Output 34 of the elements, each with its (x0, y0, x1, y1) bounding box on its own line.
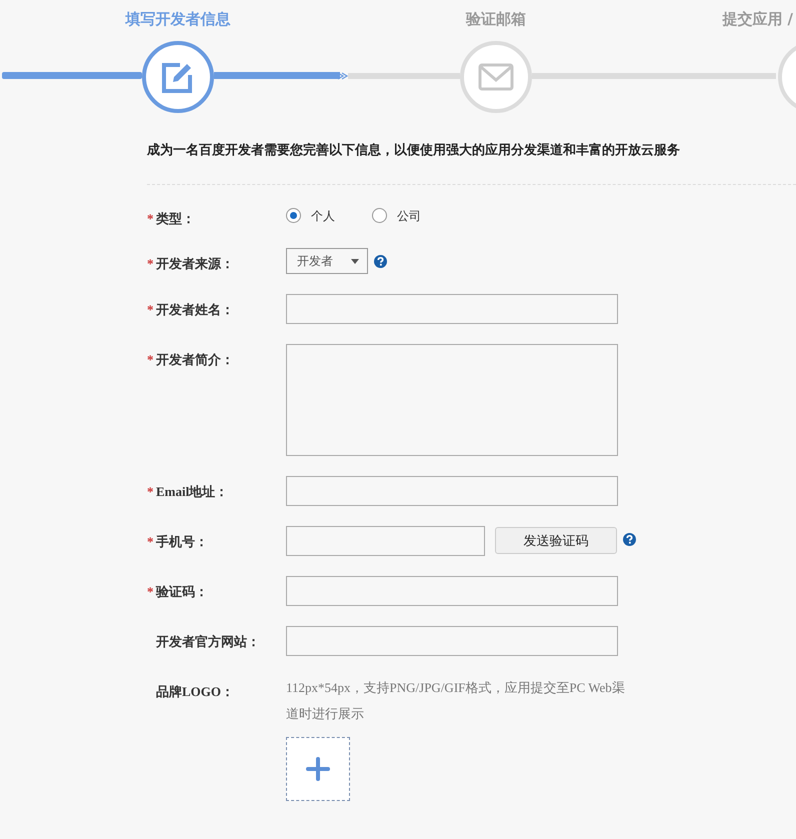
field-label: 验证码： (156, 583, 208, 601)
radio-option[interactable]: 个人 (286, 206, 335, 224)
help-icon[interactable] (623, 533, 636, 546)
send-code-button[interactable]: 发送验证码 (495, 527, 617, 554)
field-label: 开发者来源： (156, 255, 234, 273)
upload-button[interactable] (286, 737, 350, 801)
radio-option[interactable]: 公司 (372, 206, 421, 224)
textarea-field[interactable] (286, 344, 618, 456)
field-label: 开发者姓名： (156, 301, 234, 319)
field-label: Email地址： (156, 483, 228, 501)
required-asterisk: * (147, 483, 154, 501)
required-asterisk: * (147, 210, 154, 228)
input-field[interactable] (286, 294, 618, 324)
field-label: 品牌LOGO： (156, 683, 234, 701)
required-asterisk: * (147, 583, 154, 601)
required-asterisk: * (147, 255, 154, 273)
input-field[interactable] (286, 476, 618, 506)
envelope-icon (478, 63, 514, 91)
intro-text: 成为一名百度开发者需要您完善以下信息，以便使用强大的应用分发渠道和丰富的开放云服务 (147, 141, 681, 159)
help-icon[interactable] (374, 255, 387, 268)
input-field[interactable] (286, 576, 618, 606)
required-asterisk: * (147, 351, 154, 369)
caret-icon (351, 258, 359, 264)
upload-hint: 112px*54px，支持PNG/JPG/GIF格式，应用提交至PC Web渠道时进行展示 (286, 679, 626, 723)
field-label: 开发者简介： (156, 351, 234, 369)
field-label: 手机号： (156, 533, 208, 551)
plus-icon (305, 756, 331, 782)
input-field[interactable] (286, 526, 485, 556)
required-asterisk: * (147, 533, 154, 551)
field-label: 类型： (156, 210, 195, 228)
input-field[interactable] (286, 626, 618, 656)
source-dropdown[interactable]: 开发者 (286, 248, 368, 274)
required-asterisk: * (147, 301, 154, 319)
field-label: 开发者官方网站： (156, 633, 260, 651)
